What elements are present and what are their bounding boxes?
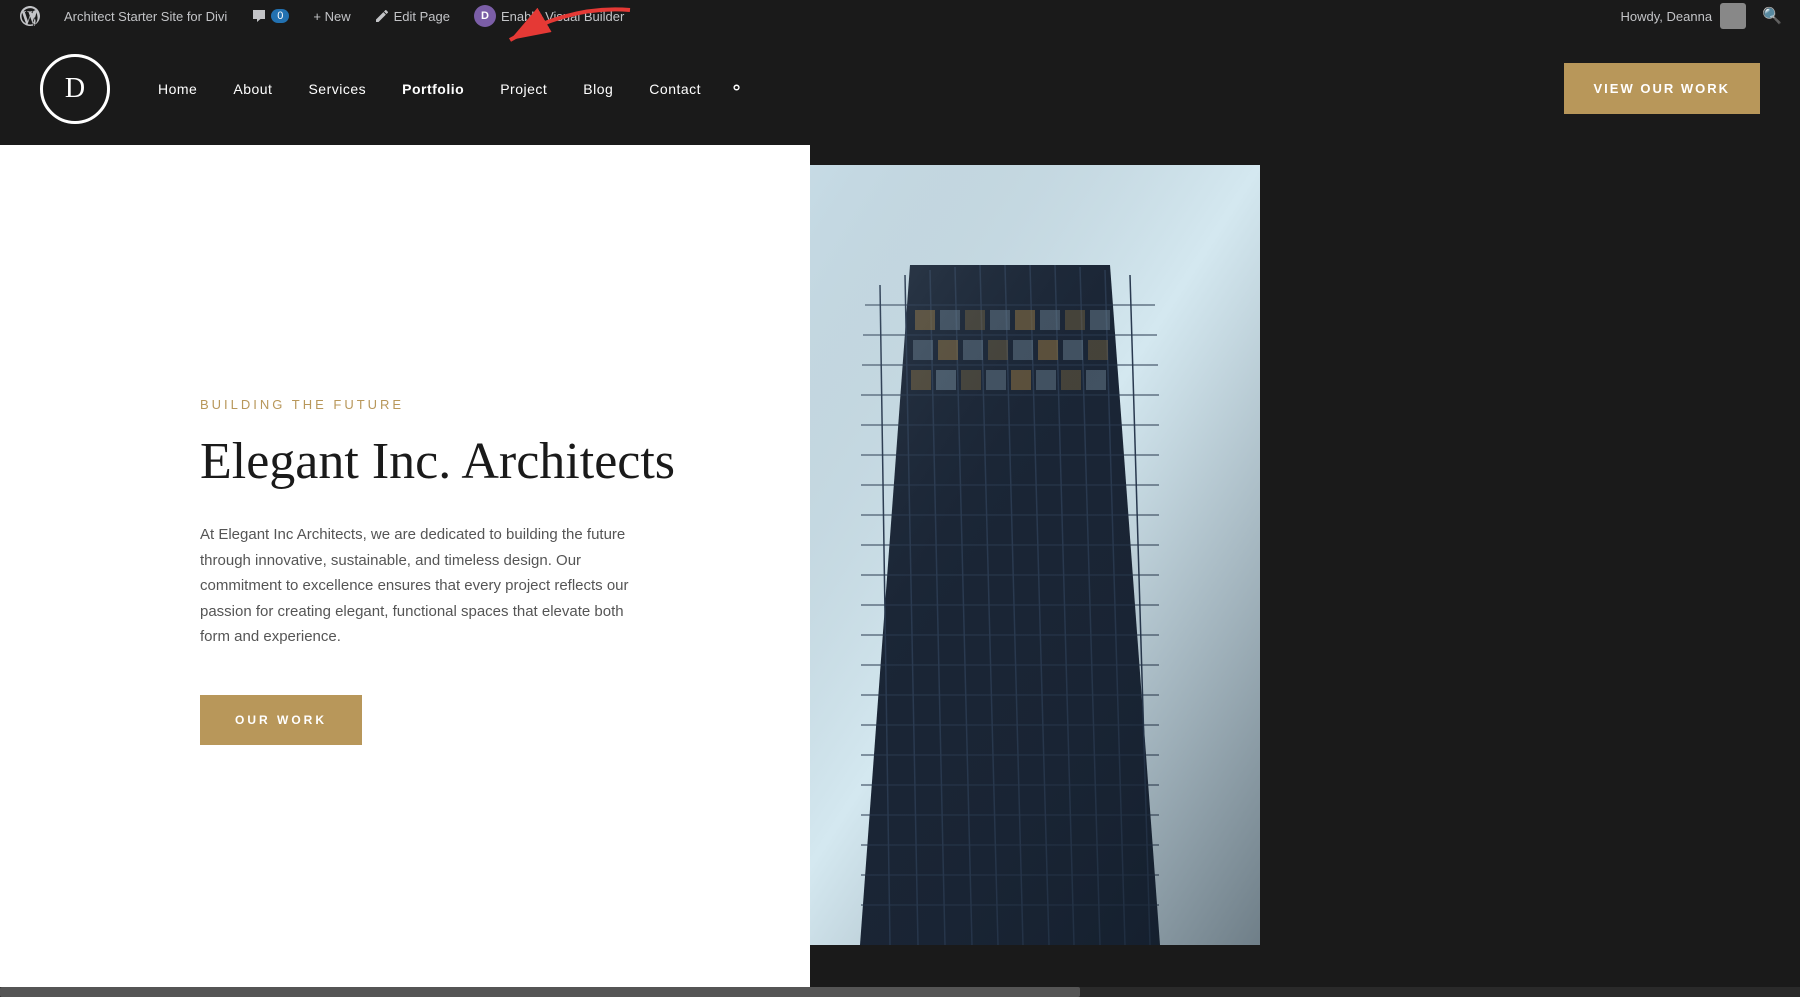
hero-content-right (810, 145, 1800, 997)
admin-bar: Architect Starter Site for Divi 0 + New … (0, 0, 1800, 32)
nav-contact[interactable]: Contact (631, 81, 719, 97)
hero-content-left: BUILDING THE FUTURE Elegant Inc. Archite… (0, 145, 810, 997)
edit-page-label: Edit Page (394, 9, 450, 24)
admin-search-icon[interactable]: 🔍 (1754, 6, 1790, 26)
site-name: Architect Starter Site for Divi (64, 9, 227, 24)
comments-item[interactable]: 0 (241, 0, 299, 32)
admin-bar-right: Howdy, Deanna 🔍 (1621, 3, 1790, 29)
howdy-text: Howdy, Deanna (1621, 9, 1713, 24)
main-content: BUILDING THE FUTURE Elegant Inc. Archite… (0, 145, 1800, 997)
user-avatar (1720, 3, 1746, 29)
new-label: + New (313, 9, 350, 24)
nav-search-icon[interactable]: ⚬ (719, 78, 754, 99)
site-header: D Home About Services Portfolio Project … (0, 32, 1800, 145)
view-our-work-button[interactable]: VIEW OUR WORK (1564, 63, 1761, 114)
main-navigation: Home About Services Portfolio Project Bl… (140, 78, 1564, 99)
our-work-button[interactable]: OUR WORK (200, 695, 362, 745)
scrollbar-thumb[interactable] (0, 987, 1080, 997)
enable-visual-builder-label: Enable Visual Builder (501, 9, 624, 24)
nav-project[interactable]: Project (482, 81, 565, 97)
site-logo[interactable]: D (40, 54, 110, 124)
wordpress-icon-item[interactable] (10, 0, 50, 32)
hero-heading: Elegant Inc. Architects (200, 432, 730, 492)
hero-description: At Elegant Inc Architects, we are dedica… (200, 522, 640, 650)
scrollbar[interactable] (0, 987, 1800, 997)
nav-services[interactable]: Services (290, 81, 384, 97)
building-image (810, 165, 1260, 945)
new-item[interactable]: + New (303, 0, 360, 32)
edit-page-item[interactable]: Edit Page (365, 0, 460, 32)
enable-visual-builder-item[interactable]: D Enable Visual Builder (464, 0, 634, 32)
logo-letter: D (65, 73, 85, 105)
comment-count: 0 (271, 9, 289, 23)
hero-subheading: BUILDING THE FUTURE (200, 397, 730, 412)
nav-about[interactable]: About (215, 81, 290, 97)
admin-bar-left: Architect Starter Site for Divi 0 + New … (10, 0, 1621, 32)
divi-icon: D (474, 5, 496, 27)
site-name-item[interactable]: Architect Starter Site for Divi (54, 0, 237, 32)
nav-blog[interactable]: Blog (565, 81, 631, 97)
nav-portfolio[interactable]: Portfolio (384, 81, 482, 97)
nav-home[interactable]: Home (140, 81, 215, 97)
